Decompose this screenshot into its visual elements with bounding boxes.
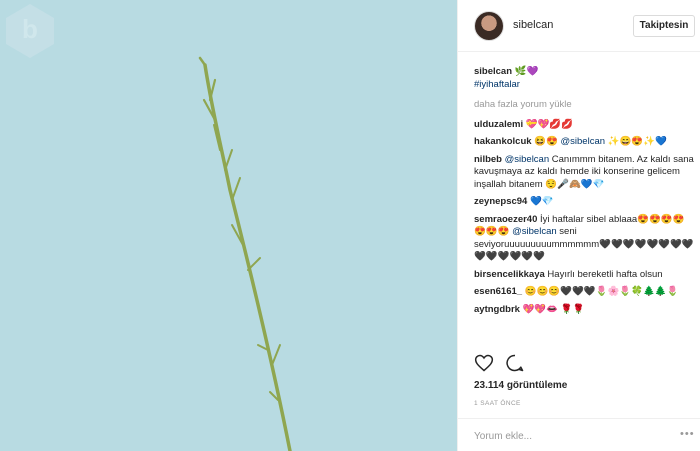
comment-mention[interactable]: @sibelcan	[505, 154, 550, 165]
comment-item: zeynepsc94 💙💎	[474, 196, 696, 209]
heart-icon[interactable]	[474, 353, 494, 373]
add-comment-section: •••	[458, 418, 700, 451]
comment-username[interactable]: ulduzalemi	[474, 119, 523, 130]
svg-text:b: b	[22, 14, 38, 44]
more-options-icon[interactable]: •••	[680, 428, 695, 440]
comment-text: 💖💖👄 🌹🌹	[522, 303, 585, 315]
comment-item: esen6161_ 😊😊😊🖤🖤🖤🌷🌸🌷🍀🌲🌲🌷	[474, 286, 696, 299]
comment-text: 😊😊😊🖤🖤🖤🌷🌸🌷🍀🌲🌲🌷	[524, 286, 679, 297]
comment-icon[interactable]	[505, 353, 525, 373]
comments-list: sibelcan 🌿💜 #iyihaftalar daha fazla yoru…	[474, 66, 696, 321]
comment-item: semraoezer40 İyi haftalar sibel ablaaa😍😍…	[474, 214, 696, 264]
comment-username[interactable]: hakankolcuk	[474, 136, 532, 147]
comment-item: ulduzalemi 💝💖💋💋	[474, 119, 696, 132]
post-header: sibelcan Takiptesin	[458, 0, 700, 52]
comment-username[interactable]: semraoezer40	[474, 214, 537, 225]
comment-mention[interactable]: @sibelcan	[512, 226, 557, 237]
load-more-link[interactable]: daha fazla yorum yükle	[474, 99, 696, 112]
post-panel: sibelcan Takiptesin sibelcan 🌿💜 #iyihaft…	[457, 0, 700, 451]
follow-button[interactable]: Takiptesin	[633, 15, 695, 37]
caption-username[interactable]: sibelcan	[474, 66, 512, 77]
comment-text: 💝💖💋💋	[525, 118, 574, 130]
caption: sibelcan 🌿💜 #iyihaftalar	[474, 66, 696, 91]
comment-username[interactable]: aytngdbrk	[474, 304, 520, 315]
comment-username[interactable]: zeynepsc94	[474, 196, 527, 207]
comment-emoji: 😆😍	[534, 136, 558, 147]
comment-input[interactable]	[474, 427, 664, 445]
comment-item: nilbeb @sibelcan Canımmm bitanem. Az kal…	[474, 154, 696, 192]
comment-text: Hayırlı bereketli hafta olsun	[547, 268, 663, 280]
comment-username[interactable]: birsencelikkaya	[474, 269, 545, 280]
post-timestamp: 1 SAAT ÖNCE	[474, 400, 521, 407]
post-photo: b	[0, 0, 457, 451]
watermark-icon: b	[6, 4, 54, 58]
comment-item: aytngdbrk 💖💖👄 🌹🌹	[474, 304, 696, 317]
comment-username[interactable]: esen6161_	[474, 286, 522, 297]
comment-text: 💙💎	[529, 196, 554, 207]
view-count: 23.114 görüntüleme	[474, 380, 568, 391]
comment-mention[interactable]: @sibelcan	[561, 136, 606, 147]
header-username[interactable]: sibelcan	[513, 19, 553, 31]
comment-username[interactable]: nilbeb	[474, 154, 502, 165]
comment-item: birsencelikkaya Hayırlı bereketli hafta …	[474, 269, 696, 282]
comment-text: ✨😄😍✨💙	[607, 136, 667, 147]
caption-hashtag[interactable]: #iyihaftalar	[474, 79, 520, 90]
caption-emoji: 🌿💜	[514, 66, 539, 77]
avatar[interactable]	[474, 11, 504, 41]
comment-item: hakankolcuk 😆😍 @sibelcan ✨😄😍✨💙	[474, 136, 696, 149]
plant-stem-illustration	[198, 56, 292, 451]
